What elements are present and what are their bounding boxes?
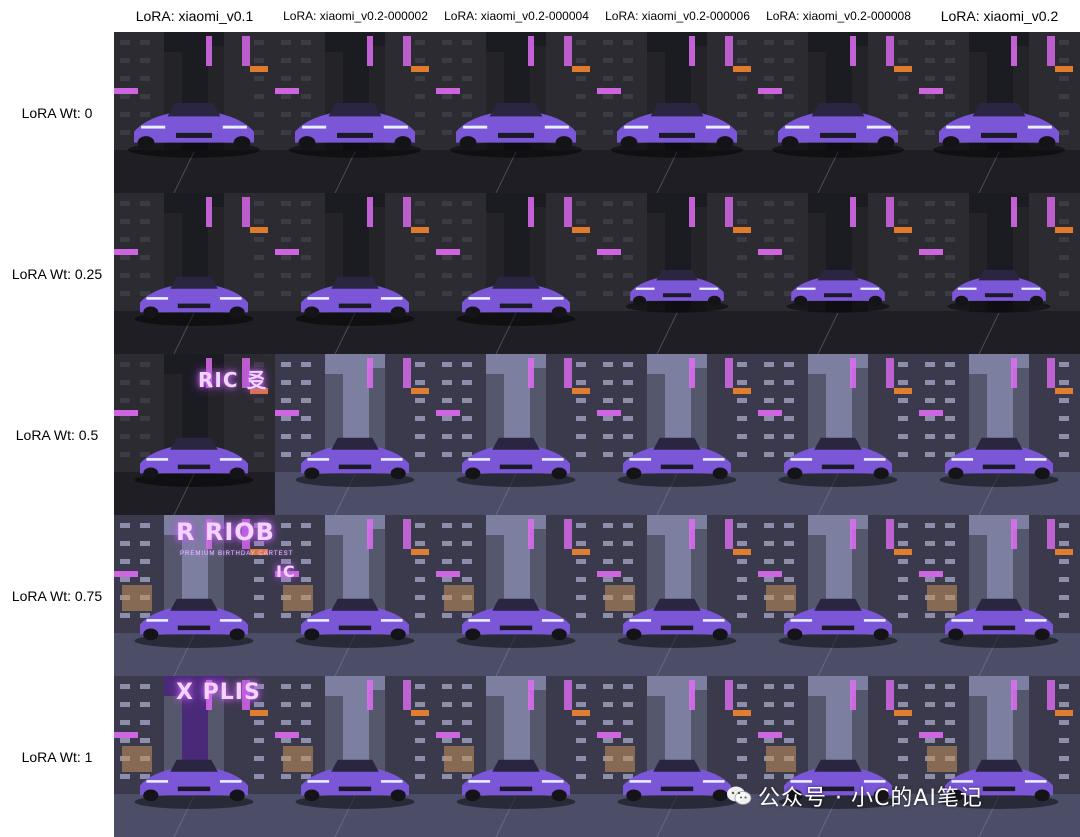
generated-image-r3-c5: [758, 354, 919, 515]
neon-sign-row4: R RIOB: [176, 518, 275, 546]
column-header-v0-2-000006: LoRA: xiaomi_v0.2-000006: [605, 9, 750, 23]
row-label-wt-0-75: LoRA Wt: 0.75: [11, 587, 103, 604]
generated-image-r2-c1: [114, 193, 275, 354]
generated-image-r4-c4: [597, 515, 758, 676]
column-header-v0-2: LoRA: xiaomi_v0.2: [940, 8, 1059, 24]
generated-image-r2-c5: [758, 193, 919, 354]
generated-image-r4-c3: [436, 515, 597, 676]
generated-image-r1-c1: [114, 32, 275, 193]
generated-image-r3-c6: [919, 354, 1080, 515]
column-header-v0-2-000004: LoRA: xiaomi_v0.2-000004: [444, 9, 589, 23]
generated-image-r2-c2: [275, 193, 436, 354]
row-label-wt-0-5: LoRA Wt: 0.5: [15, 426, 99, 443]
generated-image-r2-c3: [436, 193, 597, 354]
generated-image-r4-c5: [758, 515, 919, 676]
generated-image-r5-c2: [275, 676, 436, 837]
watermark: 公众号 · 小C的AI笔记: [726, 776, 983, 816]
row-label-wt-0: LoRA Wt: 0: [21, 104, 93, 121]
row-label-wt-1: LoRA Wt: 1: [21, 748, 93, 765]
generated-image-r1-c3: [436, 32, 597, 193]
generated-image-r2-c4: [597, 193, 758, 354]
wechat-icon: [726, 785, 752, 807]
generated-image-r5-c3: [436, 676, 597, 837]
generated-image-r3-c3: [436, 354, 597, 515]
generated-image-r3-c2: [275, 354, 436, 515]
neon-sign-side-row4: IC: [276, 562, 296, 581]
generated-image-r2-c6: [919, 193, 1080, 354]
column-header-v0-2-000008: LoRA: xiaomi_v0.2-000008: [766, 9, 911, 23]
generated-image-r1-c6: [919, 32, 1080, 193]
generated-image-r1-c4: [597, 32, 758, 193]
generated-image-r3-c4: [597, 354, 758, 515]
column-header-v0-2-000002: LoRA: xiaomi_v0.2-000002: [283, 9, 428, 23]
row-label-wt-0-25: LoRA Wt: 0.25: [11, 265, 103, 282]
generated-image-r1-c2: [275, 32, 436, 193]
generated-image-r4-c6: [919, 515, 1080, 676]
neon-sign-row5: X PLIS: [176, 680, 261, 705]
generated-image-r1-c5: [758, 32, 919, 193]
neon-subtext-row4: PREMIUM BIRTHDAY CARTEST: [180, 551, 294, 557]
generated-image-r4-c2: [275, 515, 436, 676]
column-header-v0-1: LoRA: xiaomi_v0.1: [135, 8, 254, 24]
neon-sign-row3: RIC 㕛: [198, 368, 268, 392]
watermark-text: 公众号 · 小C的AI笔记: [758, 786, 983, 811]
